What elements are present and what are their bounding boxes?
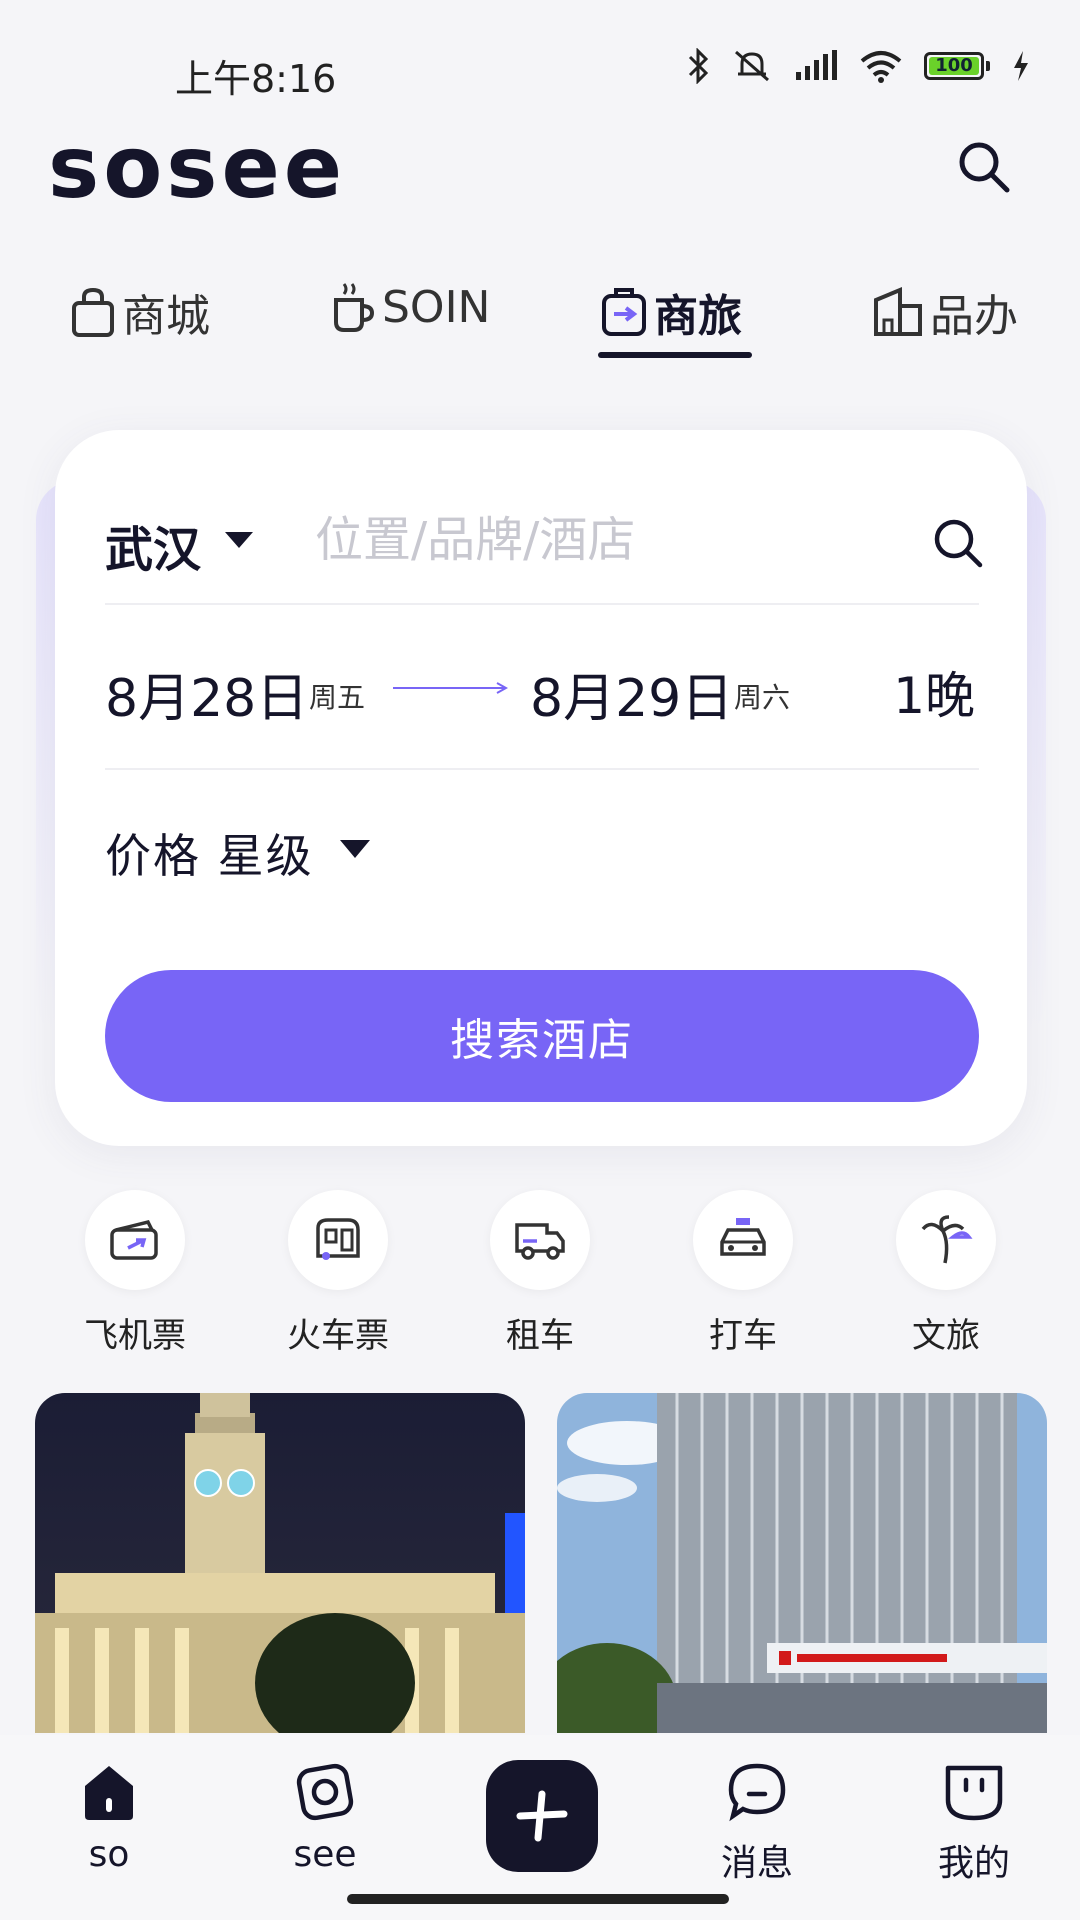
nights-count: 1晚: [893, 667, 975, 725]
nav-label: so: [88, 1834, 130, 1875]
tab-label: 商旅: [654, 291, 742, 342]
active-tab-indicator: [598, 352, 752, 358]
charging-icon: [1014, 51, 1028, 81]
wifi-icon: [860, 51, 902, 83]
filter-dropdown-icon[interactable]: [340, 840, 370, 858]
camera-icon: [296, 1763, 354, 1821]
status-icons: 100: [686, 48, 1030, 84]
nav-label: 消息: [720, 1843, 793, 1884]
message-icon: [728, 1763, 786, 1822]
palm-tree-icon: [921, 1215, 973, 1264]
luggage-icon: [602, 288, 646, 336]
destination-photo-clock-tower[interactable]: [35, 1393, 525, 1733]
clock-tower-image: [35, 1393, 525, 1733]
category-tabs: 商城 SOIN 商旅 品办: [0, 280, 1080, 370]
train-icon: [316, 1218, 360, 1260]
shopping-bag-icon: [72, 287, 114, 337]
check-in-weekday: 周五: [309, 681, 366, 714]
service-cultural-tourism[interactable]: 文旅: [886, 1190, 1006, 1357]
nav-profile[interactable]: 我的: [914, 1760, 1034, 1886]
service-flight[interactable]: 飞机票: [75, 1190, 195, 1357]
search-icon[interactable]: [930, 515, 986, 571]
date-range-arrow-icon: [393, 682, 508, 694]
signal-icon: [796, 50, 837, 80]
office-building-icon: [874, 287, 922, 336]
price-star-filter[interactable]: 价格 星级: [105, 820, 314, 886]
destination-photo-hotel[interactable]: [557, 1393, 1047, 1733]
hotel-search-input[interactable]: [315, 505, 915, 575]
tab-label: SOIN: [382, 281, 491, 333]
profile-icon: [945, 1765, 1003, 1821]
nav-label: see: [293, 1834, 357, 1875]
app-logo: sosee: [48, 118, 347, 218]
nav-label: 我的: [937, 1843, 1010, 1884]
service-label: 火车票: [287, 1316, 389, 1356]
city-dropdown-icon[interactable]: [225, 532, 253, 548]
tab-soin[interactable]: SOIN: [330, 280, 490, 334]
bluetooth-icon: [688, 48, 709, 84]
service-train[interactable]: 火车票: [278, 1190, 398, 1357]
flight-ticket-icon: [110, 1219, 158, 1260]
status-time: 上午8:16: [175, 57, 337, 101]
coffee-cup-icon: [334, 283, 375, 332]
divider: [105, 603, 979, 605]
tab-office[interactable]: 品办: [872, 280, 1018, 344]
search-hotel-button[interactable]: 搜索酒店: [105, 970, 979, 1102]
battery-icon: 100: [924, 52, 990, 80]
service-label: 文旅: [912, 1316, 980, 1356]
nav-messages[interactable]: 消息: [697, 1760, 817, 1886]
check-out-date[interactable]: 8月29日: [530, 656, 733, 731]
service-taxi[interactable]: 打车: [683, 1190, 803, 1357]
mute-bell-icon: [735, 50, 769, 82]
tab-mall[interactable]: 商城: [70, 280, 210, 344]
nav-see[interactable]: see: [265, 1760, 385, 1875]
taxi-icon: [720, 1218, 766, 1256]
nav-so[interactable]: so: [49, 1760, 169, 1875]
tab-label: 品办: [930, 291, 1018, 342]
hotel-building-image: [557, 1393, 1047, 1733]
home-icon: [85, 1766, 133, 1820]
service-label: 打车: [709, 1316, 777, 1356]
divider: [105, 768, 979, 770]
tab-label: 商城: [122, 291, 210, 342]
service-label: 租车: [506, 1316, 574, 1356]
battery-level: 100: [929, 57, 979, 75]
check-out-weekday: 周六: [734, 681, 791, 714]
tab-business-travel[interactable]: 商旅: [600, 280, 742, 344]
search-icon[interactable]: [955, 138, 1015, 198]
home-indicator[interactable]: [347, 1894, 729, 1904]
plus-icon: [516, 1790, 568, 1842]
service-label: 飞机票: [84, 1316, 186, 1356]
check-in-date[interactable]: 8月28日: [105, 656, 308, 731]
city-selector[interactable]: 武汉: [105, 510, 201, 580]
service-car-rental[interactable]: 租车: [480, 1190, 600, 1357]
create-post-button[interactable]: [486, 1760, 598, 1872]
car-rental-icon: [515, 1223, 565, 1260]
